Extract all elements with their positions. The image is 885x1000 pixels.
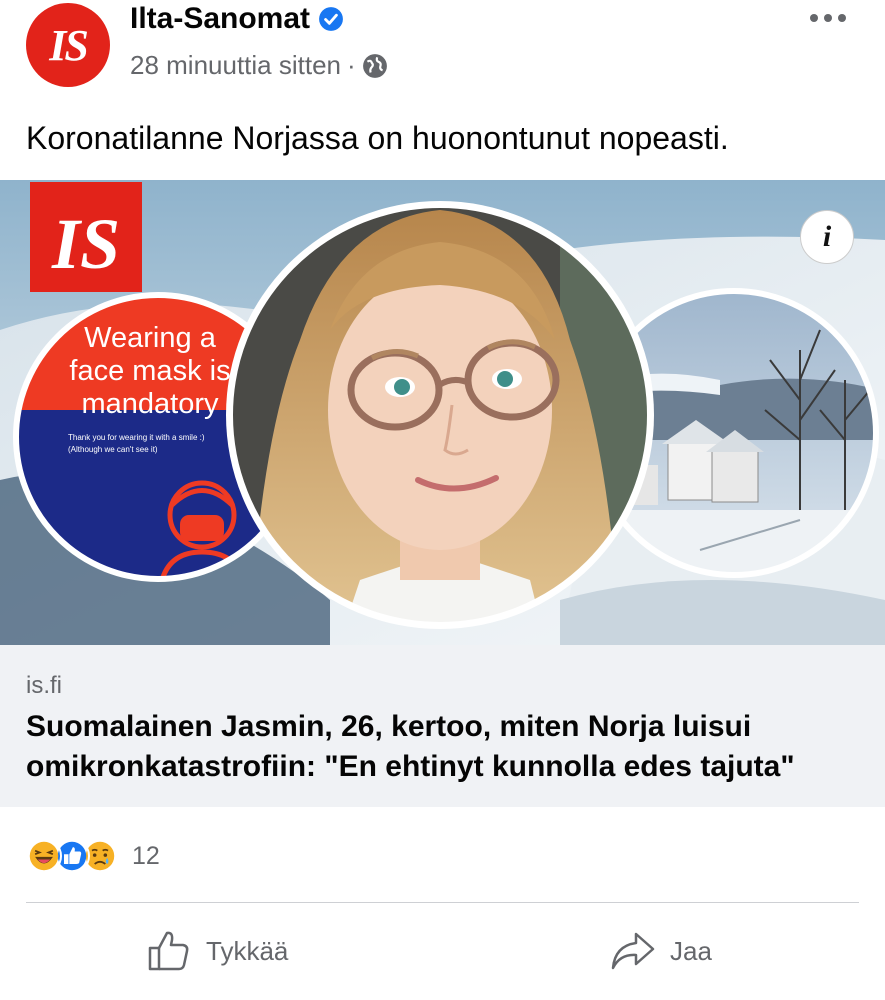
meta-separator: · bbox=[347, 50, 356, 80]
page-name[interactable]: Ilta-Sanomat bbox=[130, 2, 310, 36]
more-dot-icon bbox=[838, 14, 846, 22]
share-arrow-icon bbox=[611, 932, 655, 970]
link-preview-box[interactable]: is.fi Suomalainen Jasmin, 26, kertoo, mi… bbox=[0, 645, 885, 807]
page-avatar[interactable]: IS bbox=[26, 3, 110, 87]
reactions-summary[interactable]: 12 bbox=[26, 836, 160, 876]
link-headline[interactable]: Suomalainen Jasmin, 26, kertoo, miten No… bbox=[26, 707, 856, 787]
sign-line-1: Wearing a bbox=[84, 322, 217, 354]
preview-image-graphic: IS Wearing a face mask is mandatory Than… bbox=[0, 180, 885, 645]
more-dot-icon bbox=[824, 14, 832, 22]
verified-badge-icon bbox=[319, 7, 343, 31]
image-is-badge: IS bbox=[51, 204, 120, 284]
actions-divider bbox=[26, 902, 859, 903]
globe-icon bbox=[362, 53, 387, 78]
more-dot-icon bbox=[810, 14, 818, 22]
page-name-row: Ilta-Sanomat bbox=[130, 2, 344, 36]
haha-icon bbox=[26, 838, 62, 874]
link-domain: is.fi bbox=[26, 672, 62, 699]
like-button[interactable]: Tykkää bbox=[146, 925, 288, 977]
info-button[interactable]: i bbox=[800, 210, 854, 264]
sign-line-3: mandatory bbox=[81, 388, 219, 420]
post-header: IS Ilta-Sanomat 28 minuuttia sitten · bbox=[0, 0, 885, 100]
reaction-count: 12 bbox=[132, 841, 160, 870]
sign-line-2: face mask is bbox=[69, 355, 230, 387]
post-caption: Koronatilanne Norjassa on huonontunut no… bbox=[26, 120, 729, 156]
share-label: Jaa bbox=[670, 935, 712, 966]
post-timestamp[interactable]: 28 minuuttia sitten bbox=[130, 50, 341, 81]
link-preview-image[interactable]: IS Wearing a face mask is mandatory Than… bbox=[0, 180, 885, 645]
thumbs-up-icon bbox=[148, 931, 189, 971]
sign-small-line-2: (Although we can't see it) bbox=[68, 445, 158, 454]
post-meta: 28 minuuttia sitten · bbox=[130, 50, 388, 81]
sign-small-line-1: Thank you for wearing it with a smile :) bbox=[68, 433, 205, 442]
share-button[interactable]: Jaa bbox=[610, 925, 712, 977]
like-label: Tykkää bbox=[206, 935, 289, 966]
more-options-button[interactable] bbox=[806, 4, 850, 32]
page-logo-text: IS bbox=[49, 20, 89, 70]
